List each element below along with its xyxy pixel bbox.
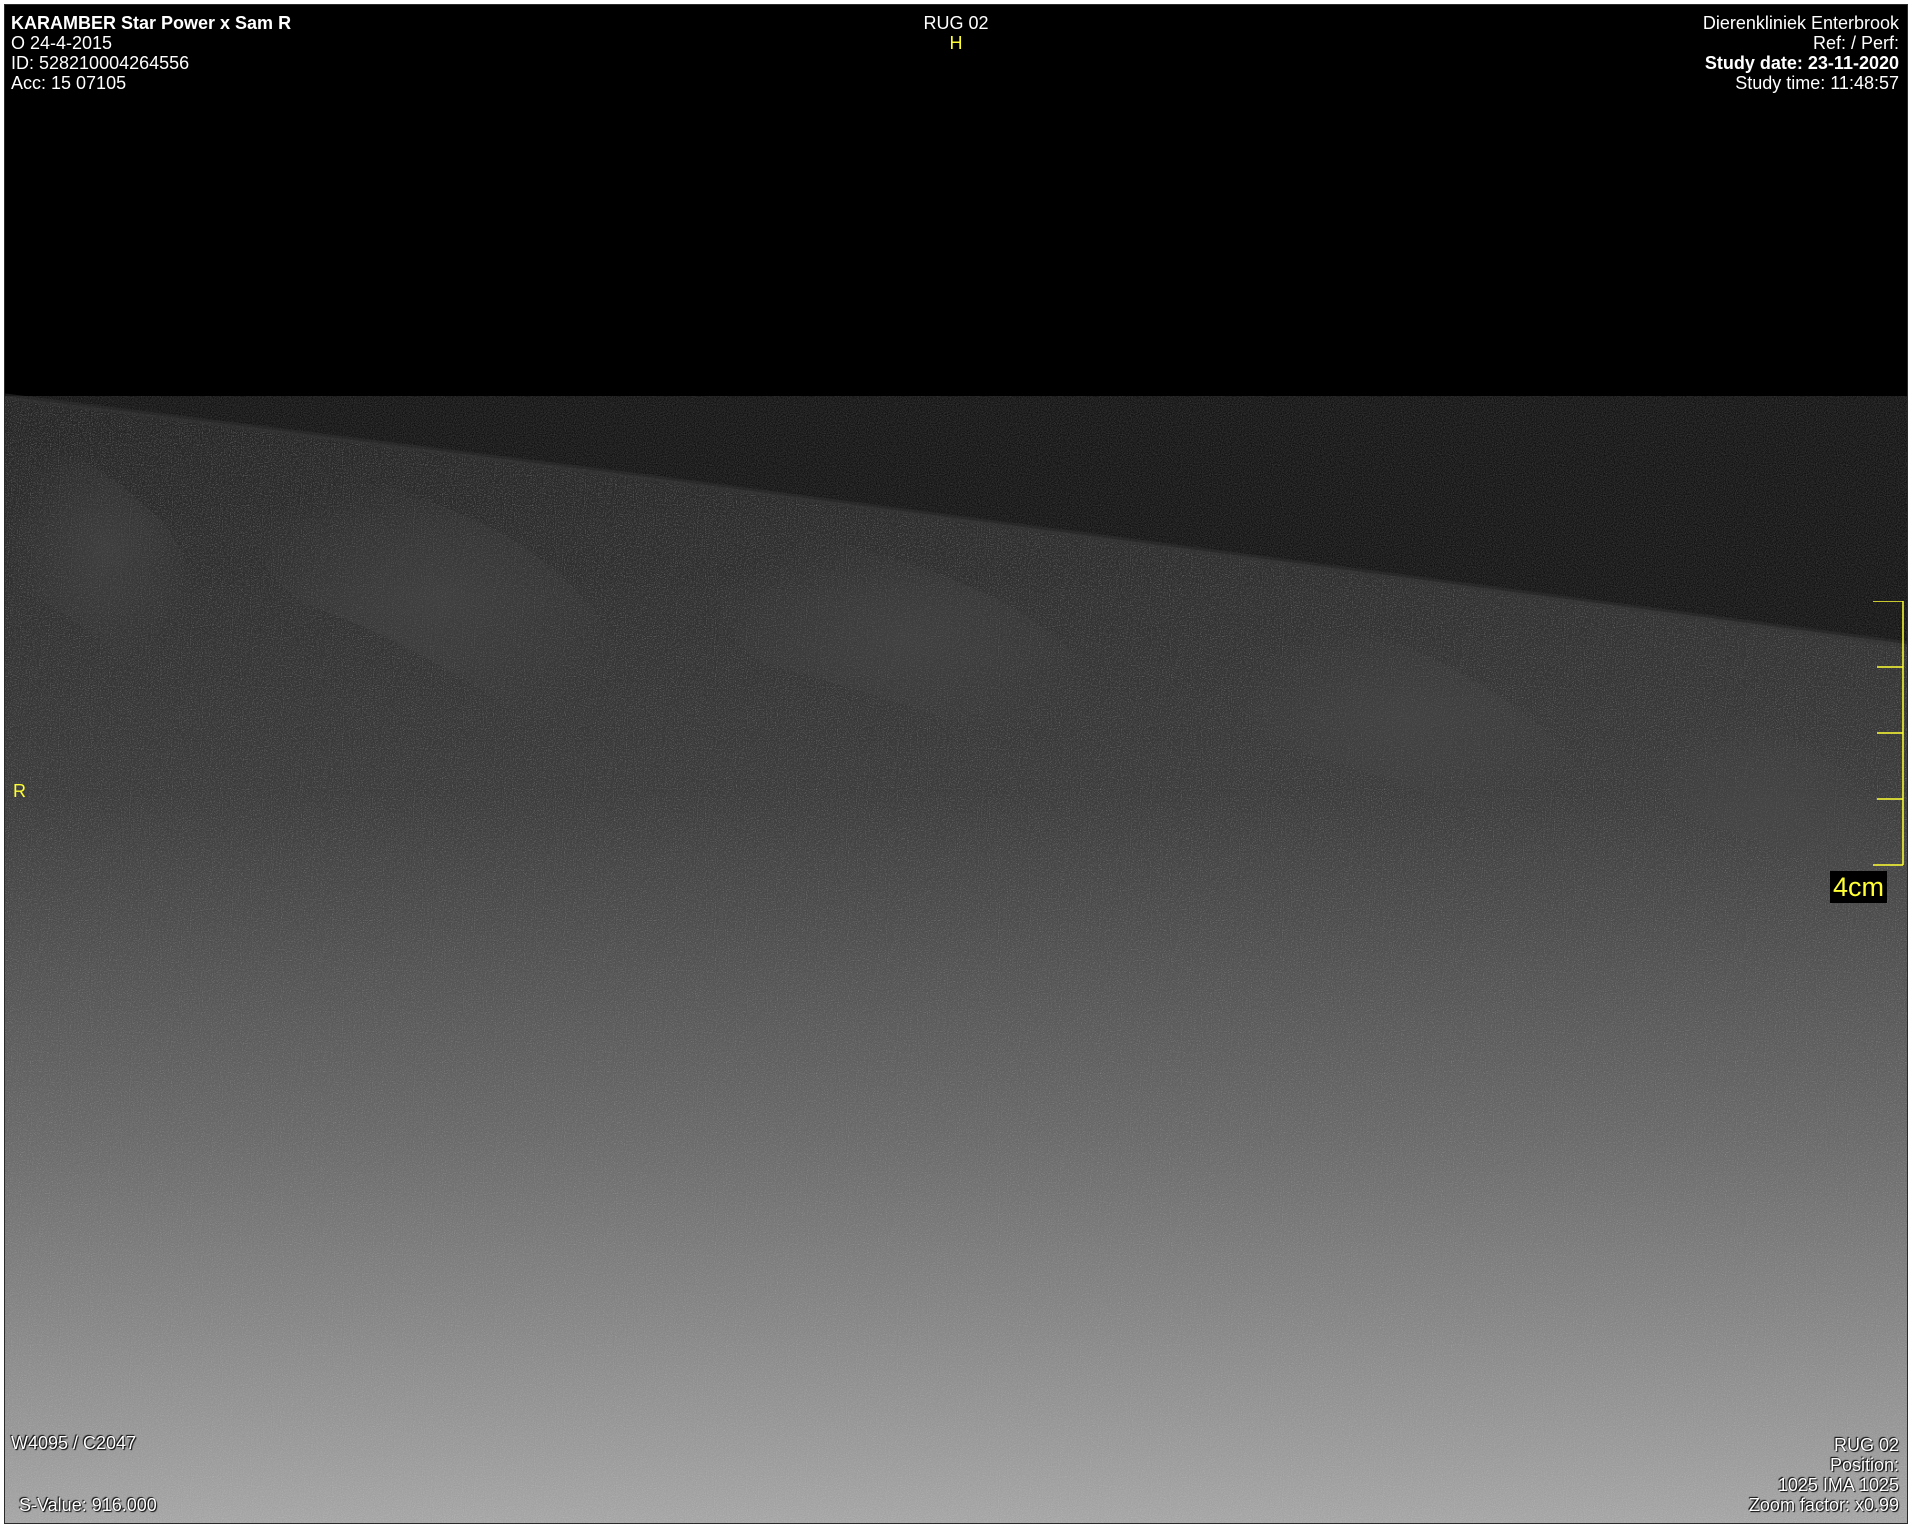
orientation-marker-left: R [13, 781, 26, 801]
orientation-marker-top: H [949, 33, 963, 53]
study-time: Study time: 11:48:57 [1735, 73, 1899, 93]
image-viewport[interactable]: KARAMBER Star Power x Sam R O 24-4-2015 … [4, 4, 1908, 1524]
series-header: RUG 02 H [5, 13, 1907, 53]
image-position-block: RUG 02 Position: 1025 IMA 1025 Zoom fact… [1749, 1435, 1899, 1515]
series-title: RUG 02 [923, 13, 989, 33]
patient-id: ID: 528210004264556 [11, 53, 190, 73]
study-date: Study date: 23-11-2020 [1704, 53, 1899, 73]
window-level: W4095 / C2047 [11, 1433, 137, 1453]
zoom-factor: Zoom factor: x0.99 [1748, 1495, 1899, 1515]
institution-name: Dierenkliniek Enterbrook [1702, 13, 1899, 33]
ref-perf: Ref: / Perf: [1812, 33, 1899, 53]
window-info-block: W4095 / C2047 S-Value: 916.000 [11, 1433, 157, 1515]
xray-image[interactable] [5, 5, 1907, 1523]
distance-scale-ruler [1873, 601, 1904, 866]
s-value: S-Value: 916.000 [19, 1495, 157, 1515]
study-info-block: Dierenkliniek Enterbrook Ref: / Perf: St… [1703, 13, 1899, 93]
accession-number: Acc: 15 07105 [11, 73, 127, 93]
scale-label: 4cm [1829, 871, 1887, 903]
series-footer: RUG 02 [1833, 1435, 1899, 1455]
image-index: 1025 IMA 1025 [1777, 1475, 1899, 1495]
position-label: Position: [1829, 1455, 1899, 1475]
